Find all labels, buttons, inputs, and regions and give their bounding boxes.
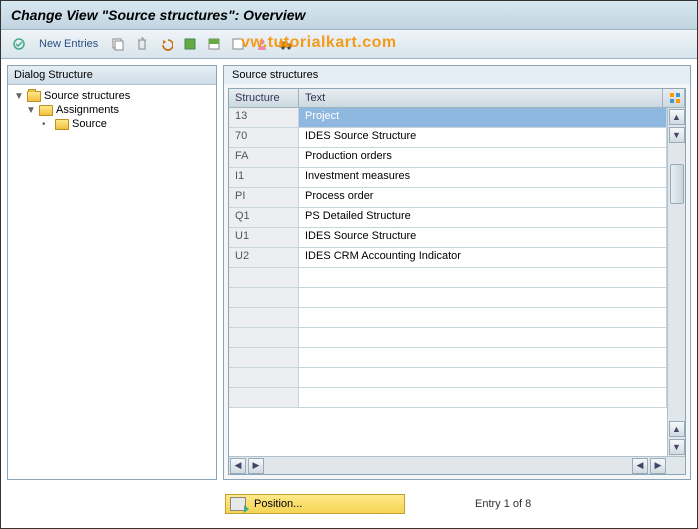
cell-structure[interactable]: 70 xyxy=(229,128,299,147)
cell-structure[interactable] xyxy=(229,268,299,287)
cell-text[interactable] xyxy=(299,368,667,387)
table-panel: Source structures Structure Text 13Proje… xyxy=(223,65,691,480)
collapse-icon[interactable]: ▼ xyxy=(26,105,36,116)
table-title: Source structures xyxy=(224,66,690,84)
tree-item-assignments[interactable]: ▼ Assignments xyxy=(24,103,212,117)
position-button[interactable]: Position... xyxy=(225,494,405,514)
new-entries-button[interactable]: New Entries xyxy=(33,36,104,52)
cell-text[interactable]: Production orders xyxy=(299,148,667,167)
toolbar: New Entries vw.tutorialkart.com xyxy=(1,30,697,59)
page-title: Change View "Source structures": Overvie… xyxy=(1,1,697,30)
bullet-icon: • xyxy=(42,119,52,130)
table-row-empty[interactable] xyxy=(229,288,667,308)
tree-item-source-structures[interactable]: ▼ Source structures xyxy=(12,89,212,103)
table-row[interactable]: PIProcess order xyxy=(229,188,667,208)
tree-body: ▼ Source structures ▼ Assignments • Sour… xyxy=(8,85,216,135)
table-row[interactable]: FAProduction orders xyxy=(229,148,667,168)
table-row-empty[interactable] xyxy=(229,368,667,388)
table-rows: 13Project70IDES Source StructureFAProduc… xyxy=(229,108,667,456)
tree-label: Source structures xyxy=(44,90,130,102)
delete-icon[interactable] xyxy=(132,34,152,54)
folder-open-icon xyxy=(27,91,41,102)
tree-header: Dialog Structure xyxy=(8,66,216,85)
table-container: Structure Text 13Project70IDES Source St… xyxy=(228,88,686,475)
table-row[interactable]: 13Project xyxy=(229,108,667,128)
table-row-empty[interactable] xyxy=(229,308,667,328)
column-text[interactable]: Text xyxy=(299,89,663,107)
expand-icon[interactable] xyxy=(9,34,29,54)
table-row-empty[interactable] xyxy=(229,388,667,408)
table-row[interactable]: I1Investment measures xyxy=(229,168,667,188)
watermark-text: vw.tutorialkart.com xyxy=(241,34,397,52)
scroll-left-icon[interactable]: ◀ xyxy=(632,458,648,474)
cell-text[interactable]: Project xyxy=(299,108,667,127)
table-row-empty[interactable] xyxy=(229,348,667,368)
cell-text[interactable]: IDES Source Structure xyxy=(299,128,667,147)
folder-icon xyxy=(55,119,69,130)
folder-icon xyxy=(39,105,53,116)
cell-text[interactable] xyxy=(299,348,667,367)
table-header: Structure Text xyxy=(229,89,685,108)
cell-structure[interactable] xyxy=(229,388,299,407)
scroll-right-icon[interactable]: ▶ xyxy=(248,458,264,474)
copy-icon[interactable] xyxy=(108,34,128,54)
horizontal-scrollbar[interactable]: ◀ ▶ ◀ ▶ xyxy=(229,456,685,474)
scroll-up-icon[interactable]: ▲ xyxy=(669,421,685,437)
scroll-up-icon[interactable]: ▲ xyxy=(669,109,685,125)
scroll-down-icon[interactable]: ▼ xyxy=(669,439,685,455)
table-row[interactable]: U2IDES CRM Accounting Indicator xyxy=(229,248,667,268)
cell-structure[interactable] xyxy=(229,328,299,347)
tree-label: Assignments xyxy=(56,104,119,116)
position-label: Position... xyxy=(254,498,302,510)
table-settings-icon[interactable] xyxy=(663,89,685,107)
main-content: Dialog Structure ▼ Source structures ▼ A… xyxy=(1,59,697,486)
cell-structure[interactable] xyxy=(229,308,299,327)
scroll-right-icon[interactable]: ▶ xyxy=(650,458,666,474)
scroll-track[interactable] xyxy=(669,144,685,420)
scroll-down-icon[interactable]: ▼ xyxy=(669,127,685,143)
select-all-icon[interactable] xyxy=(180,34,200,54)
cell-structure[interactable]: U1 xyxy=(229,228,299,247)
select-block-icon[interactable] xyxy=(204,34,224,54)
footer: Position... Entry 1 of 8 xyxy=(219,486,697,522)
cell-structure[interactable] xyxy=(229,348,299,367)
cell-text[interactable] xyxy=(299,268,667,287)
table-row[interactable]: U1IDES Source Structure xyxy=(229,228,667,248)
cell-structure[interactable] xyxy=(229,288,299,307)
cell-text[interactable]: Investment measures xyxy=(299,168,667,187)
column-structure[interactable]: Structure xyxy=(229,89,299,107)
cell-text[interactable] xyxy=(299,288,667,307)
undo-icon[interactable] xyxy=(156,34,176,54)
cell-text[interactable] xyxy=(299,308,667,327)
table-row-empty[interactable] xyxy=(229,268,667,288)
table-row[interactable]: 70IDES Source Structure xyxy=(229,128,667,148)
entry-counter: Entry 1 of 8 xyxy=(475,498,531,510)
cell-structure[interactable]: FA xyxy=(229,148,299,167)
tree-item-source[interactable]: • Source xyxy=(40,117,212,131)
table-body: 13Project70IDES Source StructureFAProduc… xyxy=(229,108,685,456)
position-icon xyxy=(230,497,246,511)
vertical-scrollbar[interactable]: ▲ ▼ ▲ ▼ xyxy=(667,108,685,456)
scroll-thumb[interactable] xyxy=(670,164,684,204)
collapse-icon[interactable]: ▼ xyxy=(14,91,24,102)
cell-text[interactable] xyxy=(299,388,667,407)
cell-text[interactable]: IDES CRM Accounting Indicator xyxy=(299,248,667,267)
cell-text[interactable]: IDES Source Structure xyxy=(299,228,667,247)
cell-text[interactable]: PS Detailed Structure xyxy=(299,208,667,227)
tree-label: Source xyxy=(72,118,107,130)
cell-structure[interactable]: PI xyxy=(229,188,299,207)
dialog-structure-panel: Dialog Structure ▼ Source structures ▼ A… xyxy=(7,65,217,480)
cell-structure[interactable]: 13 xyxy=(229,108,299,127)
scroll-left-icon[interactable]: ◀ xyxy=(230,458,246,474)
cell-structure[interactable]: Q1 xyxy=(229,208,299,227)
cell-structure[interactable] xyxy=(229,368,299,387)
table-row-empty[interactable] xyxy=(229,328,667,348)
cell-structure[interactable]: I1 xyxy=(229,168,299,187)
cell-text[interactable] xyxy=(299,328,667,347)
cell-text[interactable]: Process order xyxy=(299,188,667,207)
table-row[interactable]: Q1PS Detailed Structure xyxy=(229,208,667,228)
cell-structure[interactable]: U2 xyxy=(229,248,299,267)
